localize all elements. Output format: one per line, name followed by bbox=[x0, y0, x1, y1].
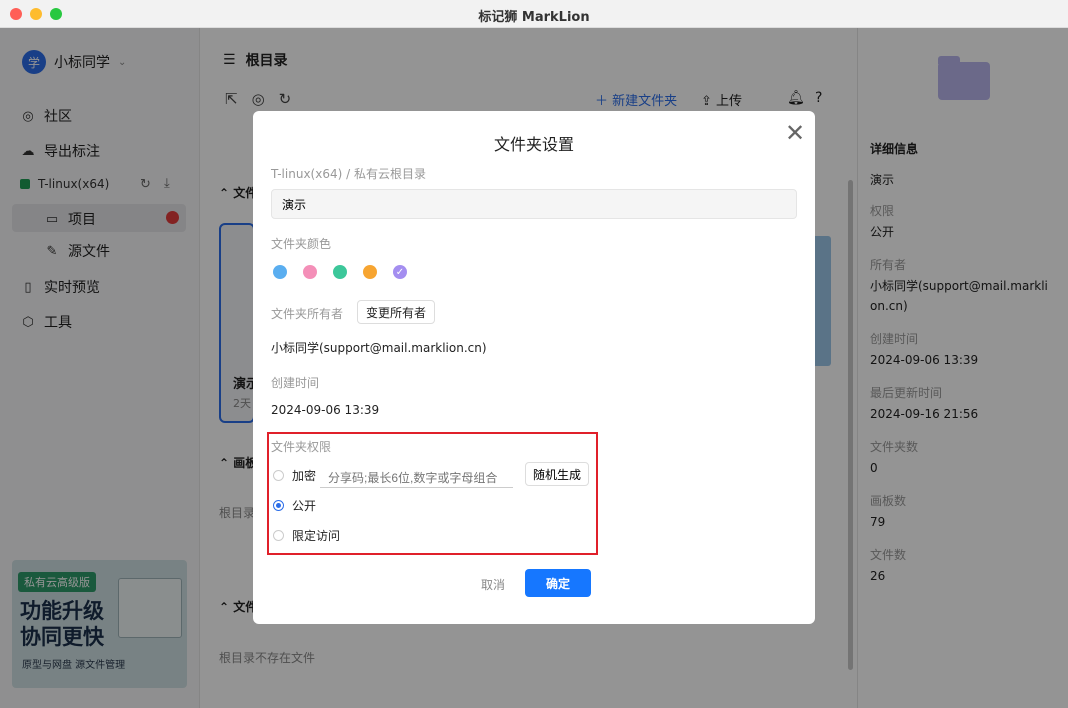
share-code-input[interactable] bbox=[320, 468, 513, 488]
color-swatches: ✓ bbox=[273, 265, 407, 279]
color-swatch-purple-selected[interactable]: ✓ bbox=[393, 265, 407, 279]
close-icon[interactable]: ✕ bbox=[785, 121, 805, 145]
title-bar: 标记狮 MarkLion bbox=[0, 0, 1068, 28]
folder-name-input[interactable] bbox=[271, 189, 797, 219]
radio-public[interactable]: 公开 bbox=[273, 497, 316, 514]
radio-encrypt[interactable]: 加密 bbox=[273, 467, 316, 484]
folder-path: T-linux(x64) / 私有云根目录 bbox=[271, 167, 426, 181]
random-generate-button[interactable]: 随机生成 bbox=[525, 462, 590, 486]
radio-restricted[interactable]: 限定访问 bbox=[273, 527, 340, 544]
color-swatch-green[interactable] bbox=[333, 265, 347, 279]
folder-settings-dialog: 文件夹设置 ✕ T-linux(x64) / 私有云根目录 文件夹颜色 ✓ 文件… bbox=[253, 111, 815, 624]
folder-color-label: 文件夹颜色 bbox=[271, 237, 332, 251]
dialog-title: 文件夹设置 bbox=[493, 135, 574, 154]
confirm-button[interactable]: 确定 bbox=[525, 569, 591, 597]
color-swatch-blue[interactable] bbox=[273, 265, 287, 279]
radio-public-indicator[interactable] bbox=[273, 500, 284, 511]
window-title: 标记狮 MarkLion bbox=[478, 10, 590, 25]
radio-restricted-indicator[interactable] bbox=[273, 530, 284, 541]
folder-permission-label: 文件夹权限 bbox=[271, 440, 332, 454]
radio-encrypt-indicator[interactable] bbox=[273, 470, 284, 481]
color-swatch-pink[interactable] bbox=[303, 265, 317, 279]
created-time-label: 创建时间 bbox=[271, 376, 320, 390]
check-icon: ✓ bbox=[395, 266, 405, 278]
folder-owner-label: 文件夹所有者 bbox=[271, 307, 344, 321]
created-time-value: 2024-09-06 13:39 bbox=[271, 403, 380, 417]
change-owner-button[interactable]: 变更所有者 bbox=[357, 300, 436, 324]
color-swatch-orange[interactable] bbox=[363, 265, 377, 279]
cancel-button[interactable]: 取消 bbox=[481, 576, 505, 593]
owner-value: 小标同学(support@mail.marklion.cn) bbox=[271, 341, 487, 355]
